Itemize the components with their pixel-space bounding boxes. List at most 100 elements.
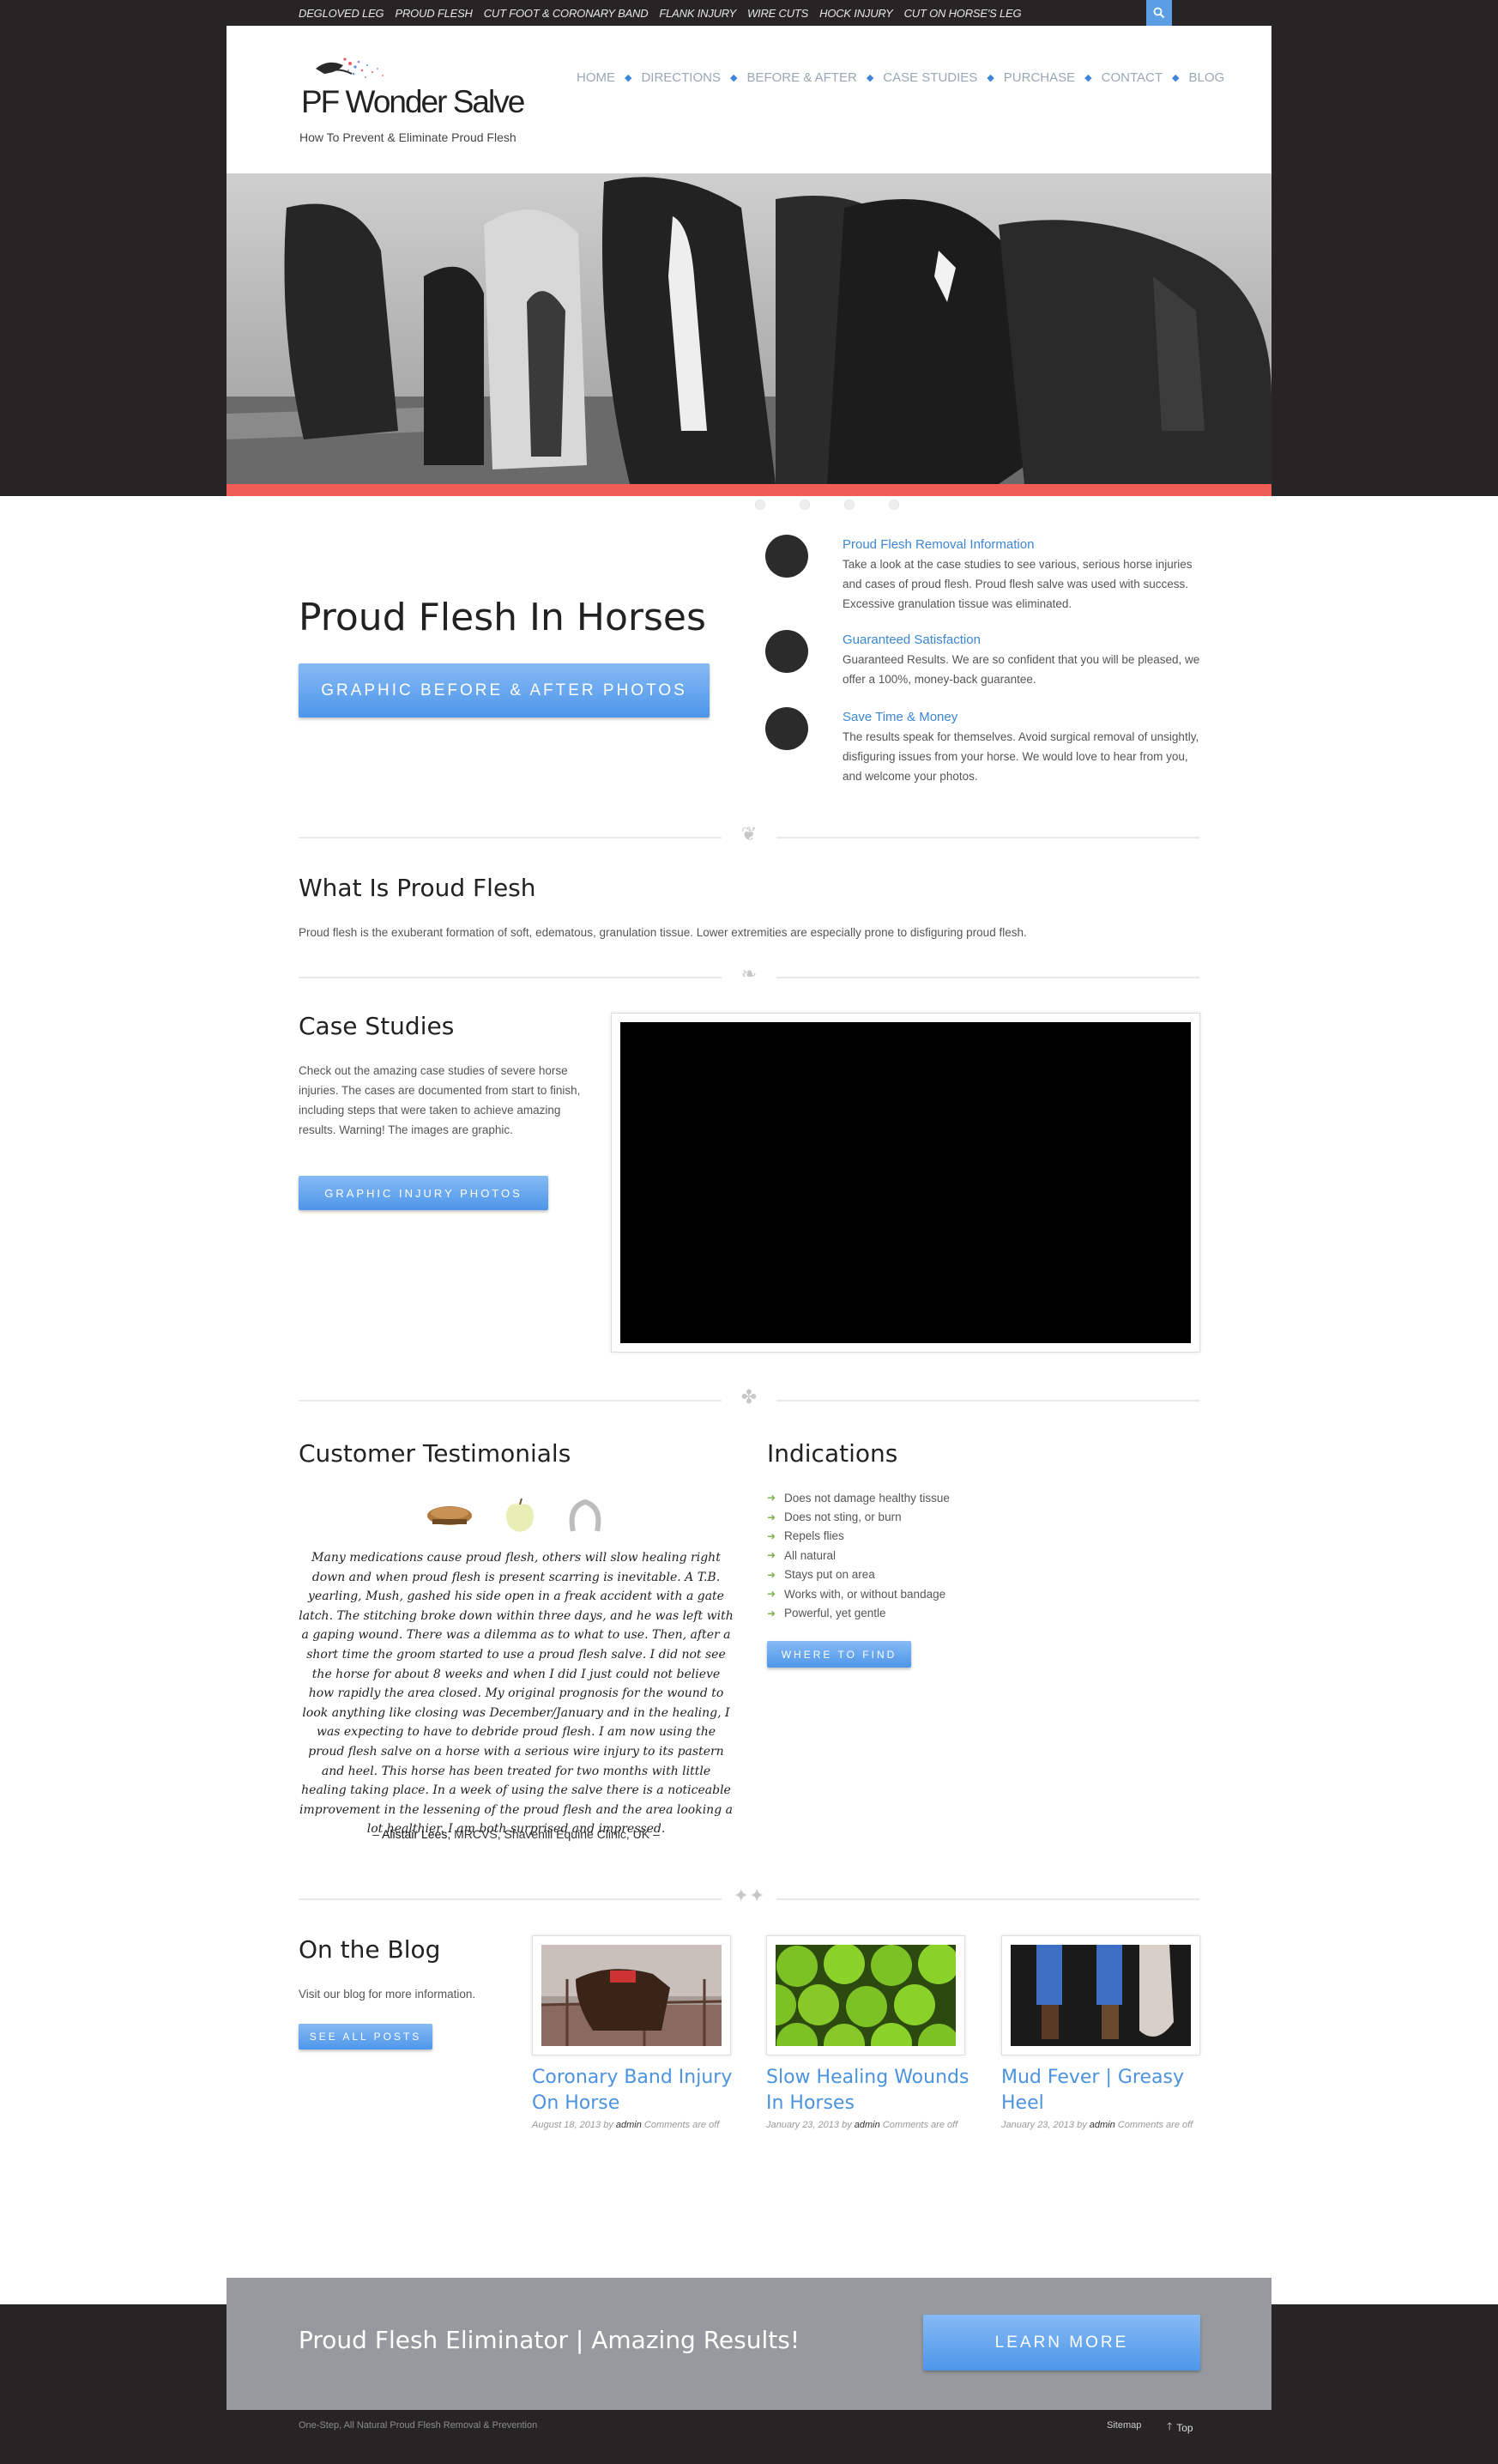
case-studies-title: Case Studies bbox=[299, 1012, 455, 1040]
top-label: Top bbox=[1176, 2421, 1193, 2434]
arrow-right-icon: ➜ bbox=[767, 1607, 776, 1619]
post-image bbox=[541, 1945, 722, 2046]
slider-dot[interactable] bbox=[800, 499, 810, 510]
post-author[interactable]: admin bbox=[1090, 2120, 1115, 2130]
learn-more-button[interactable]: LEARN MORE bbox=[923, 2315, 1200, 2370]
search-icon bbox=[1153, 7, 1165, 19]
feature-text: Guaranteed Results. We are so confident … bbox=[843, 653, 1200, 686]
search-button[interactable] bbox=[1146, 0, 1172, 26]
list-item: ➜ All natural bbox=[767, 1546, 950, 1565]
feature-icon bbox=[765, 630, 808, 673]
post-by: by bbox=[603, 2120, 613, 2130]
injury-photos-button[interactable]: GRAPHIC INJURY PHOTOS bbox=[299, 1176, 548, 1210]
nav-separator-icon: ◆ bbox=[625, 73, 632, 83]
nav-item-contact[interactable]: CONTACT bbox=[1102, 70, 1163, 85]
arrow-right-icon: ➜ bbox=[767, 1510, 776, 1523]
main-nav: HOME ◆ DIRECTIONS ◆ BEFORE & AFTER ◆ CAS… bbox=[577, 70, 1224, 85]
arrow-right-icon: ➜ bbox=[767, 1568, 776, 1581]
footer-tagline: One-Step, All Natural Proud Flesh Remova… bbox=[299, 2420, 538, 2431]
page-title: Proud Flesh In Horses bbox=[299, 596, 706, 639]
feature-title[interactable]: Save Time & Money bbox=[843, 710, 957, 724]
what-is-title: What Is Proud Flesh bbox=[299, 874, 536, 902]
indications-title: Indications bbox=[767, 1439, 898, 1468]
post-title[interactable]: Mud Fever | Greasy Heel bbox=[1001, 2065, 1211, 2116]
list-item: ➜ Does not sting, or burn bbox=[767, 1507, 950, 1526]
back-to-top-link[interactable]: 🡑 Top bbox=[1167, 2419, 1193, 2437]
logo-text[interactable]: PF Wonder Salve bbox=[301, 84, 525, 120]
hero-horses-image bbox=[227, 173, 1271, 484]
top-link[interactable]: DEGLOVED LEG bbox=[299, 7, 384, 20]
nav-separator-icon: ◆ bbox=[729, 73, 738, 83]
divider-ornament-icon: ❦ bbox=[722, 824, 776, 845]
testimonials-title: Customer Testimonials bbox=[299, 1439, 571, 1468]
video-player[interactable] bbox=[620, 1022, 1191, 1343]
top-link[interactable]: HOCK INJURY bbox=[819, 7, 893, 20]
see-all-posts-button[interactable]: SEE ALL POSTS bbox=[299, 2024, 432, 2049]
post-author[interactable]: admin bbox=[616, 2120, 642, 2130]
post-title[interactable]: Slow Healing Wounds In Horses bbox=[766, 2065, 976, 2116]
post-by: by bbox=[1077, 2120, 1087, 2130]
list-item: ➜ Repels flies bbox=[767, 1527, 950, 1546]
feature-title[interactable]: Guaranteed Satisfaction bbox=[843, 633, 981, 647]
post-date: August 18, 2013 bbox=[532, 2120, 601, 2130]
blog-title: On the Blog bbox=[299, 1935, 441, 1964]
list-item: ➜ Stays put on area bbox=[767, 1565, 950, 1584]
site-tagline: How To Prevent & Eliminate Proud Flesh bbox=[299, 130, 516, 144]
top-link[interactable]: CUT ON HORSE'S LEG bbox=[904, 7, 1022, 20]
post-by: by bbox=[842, 2120, 852, 2130]
post-meta: January 23, 2013 by admin Comments are o… bbox=[1001, 2117, 1207, 2133]
nav-separator-icon: ◆ bbox=[1172, 73, 1180, 83]
post-thumbnail[interactable] bbox=[1001, 1935, 1200, 2055]
arrow-right-icon: ➜ bbox=[767, 1549, 776, 1562]
post-date: January 23, 2013 bbox=[1001, 2120, 1075, 2130]
feature-text: The results speak for themselves. Avoid … bbox=[843, 730, 1199, 783]
nav-item-purchase[interactable]: PURCHASE bbox=[1004, 70, 1075, 85]
sitemap-link[interactable]: Sitemap bbox=[1107, 2420, 1141, 2431]
indication-text: Does not damage healthy tissue bbox=[784, 1491, 950, 1504]
top-link[interactable]: WIRE CUTS bbox=[747, 7, 808, 20]
post-thumbnail[interactable] bbox=[532, 1935, 731, 2055]
nav-item-home[interactable]: HOME bbox=[577, 70, 615, 85]
list-item: ➜ Does not damage healthy tissue bbox=[767, 1488, 950, 1507]
nav-item-blog[interactable]: BLOG bbox=[1188, 70, 1224, 85]
divider-ornament-icon: ✦✦ bbox=[722, 1886, 776, 1907]
where-to-find-button[interactable]: WHERE TO FIND bbox=[767, 1641, 911, 1668]
nav-item-case-studies[interactable]: CASE STUDIES bbox=[883, 70, 977, 85]
top-link[interactable]: PROUD FLESH bbox=[395, 7, 472, 20]
graphic-photos-button[interactable]: GRAPHIC BEFORE & AFTER PHOTOS bbox=[299, 663, 710, 717]
top-link[interactable]: CUT FOOT & CORONARY BAND bbox=[484, 7, 649, 20]
indication-text: Repels flies bbox=[784, 1529, 844, 1543]
arrow-up-icon: 🡑 bbox=[1167, 2420, 1173, 2432]
post-image bbox=[1011, 1945, 1191, 2046]
post-meta: January 23, 2013 by admin Comments are o… bbox=[766, 2117, 972, 2133]
post-title[interactable]: Coronary Band Injury On Horse bbox=[532, 2065, 742, 2116]
slider-dot[interactable] bbox=[889, 499, 899, 510]
testimonial-author: – Alistair Lees, MRCVS, Shavehill Equine… bbox=[299, 1827, 734, 1841]
top-link[interactable]: FLANK INJURY bbox=[659, 7, 736, 20]
post-thumbnail[interactable] bbox=[766, 1935, 965, 2055]
hero-image-graphic bbox=[227, 173, 1271, 484]
nav-item-before-after[interactable]: BEFORE & AFTER bbox=[746, 70, 856, 85]
horseshoe-icon bbox=[569, 1498, 601, 1532]
post-comments: Comments are off bbox=[1117, 2120, 1193, 2130]
post-author[interactable]: admin bbox=[855, 2120, 880, 2130]
slider-dot[interactable] bbox=[844, 499, 855, 510]
nav-separator-icon: ◆ bbox=[866, 73, 874, 83]
feature-icon bbox=[765, 535, 808, 578]
brush-icon bbox=[427, 1506, 472, 1525]
slider-dot[interactable] bbox=[755, 499, 765, 510]
indication-text: Does not sting, or burn bbox=[784, 1510, 902, 1524]
apple-icon bbox=[506, 1498, 534, 1532]
arrow-right-icon: ➜ bbox=[767, 1492, 776, 1504]
nav-separator-icon: ◆ bbox=[987, 73, 994, 83]
feature-text: Take a look at the case studies to see v… bbox=[843, 558, 1193, 610]
blog-text: Visit our blog for more information. bbox=[299, 1988, 476, 2001]
indication-text: Works with, or without bandage bbox=[784, 1587, 946, 1601]
divider-ornament-icon: ✤ bbox=[722, 1387, 776, 1408]
nav-item-directions[interactable]: DIRECTIONS bbox=[641, 70, 721, 85]
post-meta: August 18, 2013 by admin Comments are of… bbox=[532, 2117, 738, 2133]
feature-title[interactable]: Proud Flesh Removal Information bbox=[843, 537, 1034, 552]
divider-ornament-icon: ❧ bbox=[722, 964, 776, 985]
post-date: January 23, 2013 bbox=[766, 2120, 840, 2130]
post-image bbox=[776, 1945, 956, 2046]
